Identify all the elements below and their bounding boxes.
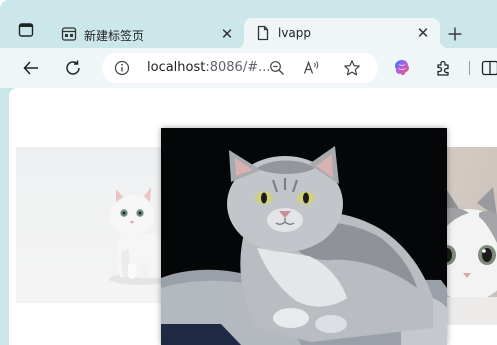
info-icon[interactable] [114,60,130,76]
copilot-button[interactable] [392,58,412,78]
url-rest: :8086/#... [205,60,271,75]
split-screen-icon [481,60,497,76]
tab-actions-icon [18,23,34,37]
back-button[interactable] [17,54,45,82]
plus-icon [448,27,462,41]
tab-new-tab[interactable]: 新建标签页 ✕ [52,20,240,48]
browser-toolbar: localhost:8086/#... [0,48,497,88]
toolbar-divider [469,61,470,75]
extensions-button[interactable] [433,58,453,78]
address-bar[interactable]: localhost:8086/#... [102,53,378,83]
star-icon [344,60,360,76]
tab-strip: 新建标签页 ✕ lvapp ✕ [0,0,497,48]
page-viewport [9,88,497,345]
arrow-left-icon [23,61,38,75]
zoom-button[interactable] [267,58,287,78]
new-tab-page-icon [61,27,77,41]
grey-cat-image [161,128,447,345]
add-favorite-button[interactable] [342,58,362,78]
address-url: localhost:8086/#... [147,60,271,75]
carousel-slide-center[interactable] [161,128,447,345]
zoom-out-icon [270,61,284,75]
read-aloud-icon [303,60,319,74]
new-tab-button[interactable] [442,21,468,47]
reload-icon [66,60,80,75]
tab-actions-button[interactable] [11,15,41,45]
url-host: localhost [147,60,206,75]
tab-lvapp[interactable]: lvapp ✕ [236,18,448,48]
page-icon [257,25,269,41]
copilot-icon [395,60,409,75]
tab-title: 新建标签页 [84,29,145,43]
reload-button[interactable] [59,54,87,82]
close-tab-icon[interactable]: ✕ [218,25,236,43]
browser-window: 新建标签页 ✕ lvapp ✕ localhost:8086/#... [0,0,497,345]
tab-title: lvapp [278,26,312,40]
read-aloud-button[interactable] [302,58,322,78]
split-screen-button[interactable] [481,59,497,77]
close-tab-icon[interactable]: ✕ [414,24,432,42]
puzzle-icon [437,60,449,76]
